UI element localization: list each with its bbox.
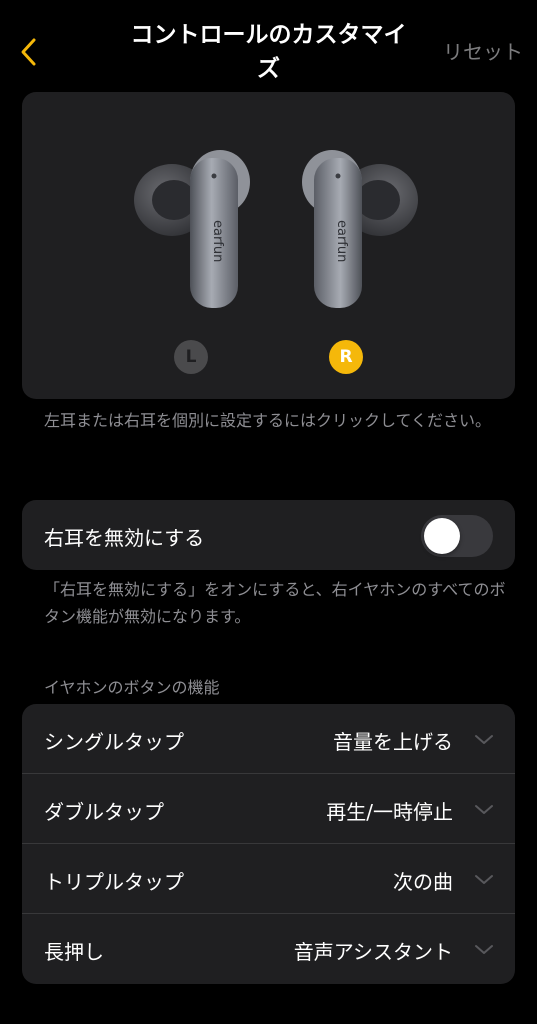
button-functions-list: シングルタップ 音量を上げる ダブルタップ 再生/一時停止 トリプルタップ 次の… bbox=[22, 704, 515, 984]
left-earbud-image[interactable]: earfun bbox=[130, 140, 260, 320]
ear-select-hint: 左耳または右耳を個別に設定するにはクリックしてください。 bbox=[44, 411, 492, 430]
disable-right-ear-row: 右耳を無効にする bbox=[22, 500, 515, 570]
function-row-single-tap[interactable]: シングルタップ 音量を上げる bbox=[22, 704, 515, 774]
disable-note: 「右耳を無効にする」をオンにすると、右イヤホンのすべてのボタン機能が無効になりま… bbox=[44, 580, 506, 626]
function-row-long-press[interactable]: 長押し 音声アシスタント bbox=[22, 914, 515, 984]
left-ear-badge[interactable]: L bbox=[174, 340, 208, 374]
right-ear-badge[interactable]: R bbox=[329, 340, 363, 374]
reset-button[interactable]: リセット bbox=[443, 36, 523, 65]
function-row-double-tap[interactable]: ダブルタップ 再生/一時停止 bbox=[22, 774, 515, 844]
function-value: 次の曲 bbox=[393, 870, 453, 894]
button-functions-section-title: イヤホンのボタンの機能 bbox=[44, 678, 220, 697]
chevron-left-icon bbox=[21, 38, 36, 66]
nav-header: コントロールのカスタマイズ リセット bbox=[0, 0, 537, 92]
right-earbud-image[interactable]: earfun bbox=[292, 140, 422, 320]
chevron-down-icon bbox=[475, 945, 493, 954]
control-customize-screen: コントロールのカスタマイズ リセット earfun earfun L R 左耳ま… bbox=[0, 0, 537, 1024]
disable-right-ear-label: 右耳を無効にする bbox=[44, 526, 205, 550]
function-value: 音声アシスタント bbox=[293, 940, 453, 964]
page-title: コントロールのカスタマイズ bbox=[130, 22, 407, 82]
function-label: 長押し bbox=[44, 940, 104, 964]
function-label: ダブルタップ bbox=[44, 800, 164, 824]
back-button[interactable] bbox=[10, 30, 46, 74]
toggle-knob bbox=[424, 518, 460, 554]
earbuds-selector: earfun earfun L R bbox=[22, 92, 515, 399]
function-value: 音量を上げる bbox=[333, 730, 453, 754]
function-row-triple-tap[interactable]: トリプルタップ 次の曲 bbox=[22, 844, 515, 914]
function-label: シングルタップ bbox=[44, 730, 184, 754]
function-value: 再生/一時停止 bbox=[326, 800, 453, 824]
chevron-down-icon bbox=[475, 735, 493, 744]
svg-text:earfun: earfun bbox=[210, 220, 225, 262]
chevron-down-icon bbox=[475, 875, 493, 884]
chevron-down-icon bbox=[475, 805, 493, 814]
svg-text:earfun: earfun bbox=[334, 220, 349, 262]
function-label: トリプルタップ bbox=[44, 870, 184, 894]
disable-right-ear-toggle[interactable] bbox=[421, 515, 493, 557]
